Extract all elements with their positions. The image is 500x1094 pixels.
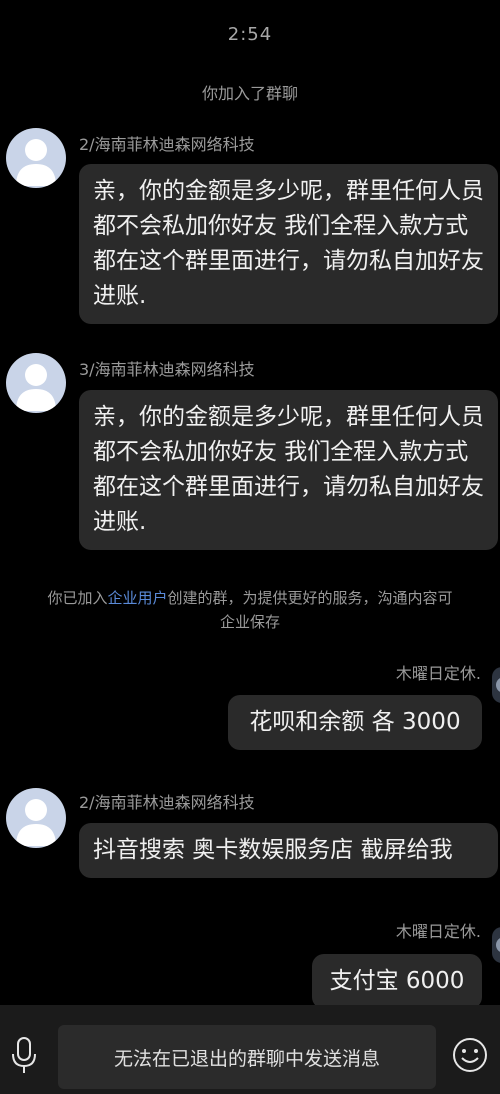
message-bubble[interactable]: 抖音搜索 奥卡数娱服务店 截屏给我 xyxy=(79,823,498,878)
avatar[interactable] xyxy=(6,788,66,848)
emoji-icon[interactable] xyxy=(452,1037,488,1073)
message-bubble[interactable]: 花呗和余额 各 3000 xyxy=(228,695,482,750)
enterprise-notice-suffix: 创建的群，为提供更好的服务，沟通内容可 xyxy=(167,589,453,607)
message-bubble[interactable]: 亲，你的金额是多少呢，群里任何人员都不会私加你好友 我们全程入款方式都在这个群里… xyxy=(79,390,498,550)
default-avatar-icon xyxy=(16,799,56,846)
sender-name: 2/海南菲林迪森网络科技 xyxy=(79,793,255,812)
sender-name: 2/海南菲林迪森网络科技 xyxy=(79,135,255,154)
sender-name: 3/海南菲林迪森网络科技 xyxy=(79,360,255,379)
enterprise-user-link[interactable]: 企业用户 xyxy=(107,589,167,607)
avatar[interactable] xyxy=(6,128,66,188)
enterprise-notice: 你已加入企业用户创建的群，为提供更好的服务，沟通内容可 xyxy=(0,586,500,610)
profile-photo-icon xyxy=(496,678,500,692)
enterprise-notice-prefix: 你已加入 xyxy=(47,589,108,607)
avatar[interactable] xyxy=(6,353,66,413)
self-name: 木曜日定休. xyxy=(395,664,481,683)
system-joined-notice: 你加入了群聊 xyxy=(201,84,298,103)
disabled-message-field: 无法在已退出的群聊中发送消息 xyxy=(58,1025,436,1089)
default-avatar-icon xyxy=(16,364,56,411)
message-bubble[interactable]: 支付宝 6000 xyxy=(312,954,482,1009)
self-avatar[interactable] xyxy=(492,927,500,963)
message-bubble[interactable]: 亲，你的金额是多少呢，群里任何人员都不会私加你好友 我们全程入款方式都在这个群里… xyxy=(79,164,498,324)
bottom-input-bar: 无法在已退出的群聊中发送消息 xyxy=(0,1005,500,1094)
self-name: 木曜日定休. xyxy=(395,922,481,941)
microphone-icon[interactable] xyxy=(8,1035,40,1077)
status-time: 2:54 xyxy=(227,24,273,45)
default-avatar-icon xyxy=(16,139,56,186)
self-avatar[interactable] xyxy=(492,667,500,703)
profile-photo-icon xyxy=(496,938,500,952)
enterprise-notice-line2: 企业保存 xyxy=(219,613,280,631)
